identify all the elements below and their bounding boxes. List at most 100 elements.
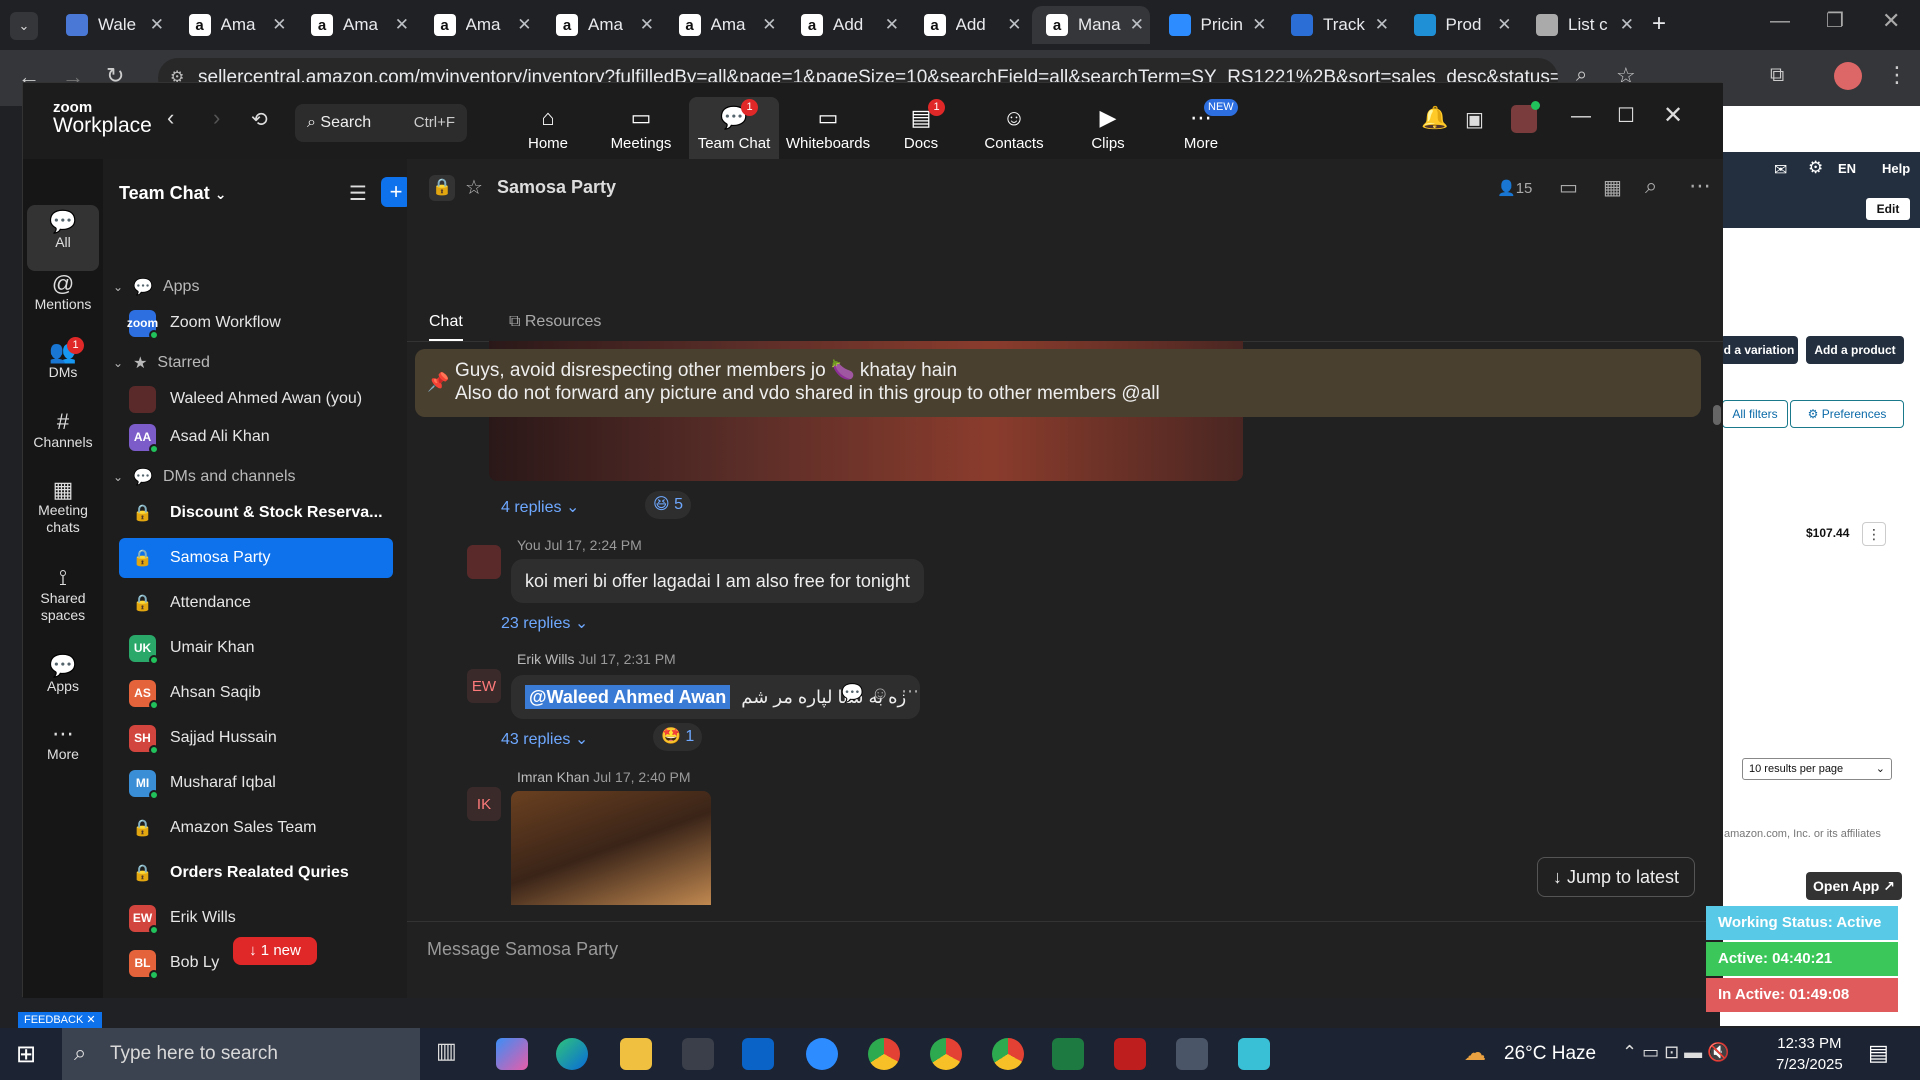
edge-icon[interactable] <box>556 1038 588 1070</box>
system-tray-icons[interactable]: ⌃ ▭ ⊡ ▬ 🔇 <box>1622 1042 1730 1063</box>
nav-docs[interactable]: ▤ Docs 1 <box>876 99 966 152</box>
message-composer[interactable]: Message Samosa Party <box>427 939 618 960</box>
close-icon[interactable]: ✕ <box>1663 101 1683 130</box>
browser-tab[interactable]: a Ama ✕ <box>542 6 660 44</box>
nav-team-chat[interactable]: 💬 Team Chat 1 <box>689 97 779 159</box>
browser-tab[interactable]: a Mana ✕ <box>1032 6 1150 44</box>
tab-search-button[interactable]: ⌄ <box>10 12 38 40</box>
all-filters-button[interactable]: All filters <box>1722 400 1788 428</box>
sidebar-item[interactable]: EW Erik Wills <box>119 898 393 938</box>
search-icon[interactable]: ⌕ <box>1645 173 1657 199</box>
chrome-icon[interactable] <box>992 1038 1024 1070</box>
close-tab-icon[interactable]: ✕ <box>885 15 899 35</box>
close-tab-icon[interactable]: ✕ <box>1007 15 1021 35</box>
rail-dms[interactable]: 👥 DMs 1 <box>23 337 103 381</box>
nav-home[interactable]: ⌂ Home <box>503 105 593 152</box>
browser-tab[interactable]: a Ama ✕ <box>420 6 538 44</box>
browser-tab[interactable]: a Ama ✕ <box>175 6 293 44</box>
close-tab-icon[interactable]: ✕ <box>762 15 776 35</box>
more-actions-icon[interactable]: ⋯ <box>901 681 919 702</box>
replies-link[interactable]: 23 replies ⌄ <box>501 613 588 633</box>
results-per-page-select[interactable]: 10 results per page ⌄ <box>1742 758 1892 780</box>
rail-channels[interactable]: # Channels <box>23 411 103 451</box>
feedback-button[interactable]: FEEDBACK ✕ <box>18 1012 102 1028</box>
nav-more[interactable]: ⋯ More NEW <box>1156 99 1246 152</box>
browser-tab[interactable]: Track ✕ <box>1277 6 1395 44</box>
close-tab-icon[interactable]: ✕ <box>1497 15 1511 35</box>
members-count[interactable]: 👤15 <box>1497 179 1532 197</box>
close-tab-icon[interactable]: ✕ <box>640 15 654 35</box>
filezilla-icon[interactable] <box>1114 1038 1146 1070</box>
zoom-taskbar-icon[interactable] <box>806 1038 838 1070</box>
message-bubble[interactable]: koi meri bi offer lagadai I am also free… <box>511 559 924 603</box>
shared-image[interactable] <box>511 791 711 905</box>
outlook-icon[interactable] <box>742 1038 774 1070</box>
close-tab-icon[interactable]: ✕ <box>1130 15 1144 35</box>
scrollbar[interactable] <box>1713 405 1721 425</box>
gear-icon[interactable]: ⚙ <box>1808 158 1823 178</box>
maximize-icon[interactable]: ☐ <box>1617 103 1635 128</box>
mail-icon[interactable]: ✉ <box>1774 160 1787 180</box>
section-header[interactable]: ⌄ 💬 Apps <box>113 277 199 297</box>
mention-tag[interactable]: @Waleed Ahmed Awan <box>525 685 731 709</box>
copilot-icon[interactable] <box>496 1038 528 1070</box>
minimize-icon[interactable]: — <box>1571 105 1591 128</box>
rail-meeting-chats[interactable]: ▦ Meeting chats <box>23 479 103 536</box>
browser-tab[interactable]: a Ama ✕ <box>297 6 415 44</box>
avatar[interactable]: EW <box>467 669 501 703</box>
sidebar-item[interactable]: UK Umair Khan <box>119 628 393 668</box>
close-tab-icon[interactable]: ✕ <box>1252 15 1266 35</box>
sidebar-item[interactable]: MI Musharaf Iqbal <box>119 763 393 803</box>
team-chat-title[interactable]: Team Chat ⌄ <box>119 183 226 204</box>
sidebar-item[interactable]: AS Ahsan Saqib <box>119 673 393 713</box>
zoom-search-box[interactable]: ⌕ Search Ctrl+F <box>295 104 467 142</box>
reaction-badge[interactable]: 😆 5 <box>645 491 692 519</box>
calculator-icon[interactable] <box>1176 1038 1208 1070</box>
section-header[interactable]: ⌄ ★ Starred <box>113 353 210 373</box>
sidebar-item[interactable]: 🔒 Attendance <box>119 583 393 623</box>
channel-name[interactable]: Samosa Party <box>497 177 616 198</box>
tab-resources[interactable]: ⧉ Resources <box>509 313 601 331</box>
sidebar-item[interactable]: Waleed Ahmed Awan (you) <box>119 379 393 419</box>
forward-icon[interactable]: › <box>213 105 220 131</box>
star-icon[interactable]: ☆ <box>465 175 483 200</box>
calendar-view-icon[interactable]: ▣ <box>1465 107 1484 132</box>
more-options-icon[interactable]: ⋯ <box>1689 173 1711 199</box>
back-icon[interactable]: ‹ <box>167 105 174 131</box>
nav-whiteboards[interactable]: ▭ Whiteboards <box>783 105 873 152</box>
rail-apps[interactable]: 💬 Apps <box>23 655 103 695</box>
browser-tab[interactable]: Wale ✕ <box>52 6 170 44</box>
sidebar-item[interactable]: 🔒 Orders Realated Quries <box>119 853 393 893</box>
avatar[interactable]: IK <box>467 787 501 821</box>
close-tab-icon[interactable]: ✕ <box>272 15 286 35</box>
seller-edit-button[interactable]: Edit <box>1866 198 1910 220</box>
file-explorer-icon[interactable] <box>620 1038 652 1070</box>
close-tab-icon[interactable]: ✕ <box>1620 15 1634 35</box>
browser-tab[interactable]: a Add ✕ <box>910 6 1028 44</box>
sidebar-item[interactable]: zoom Zoom Workflow <box>119 303 393 343</box>
taskbar-search[interactable]: Type here to search <box>62 1028 420 1080</box>
sidebar-item[interactable]: AA Asad Ali Khan <box>119 417 393 457</box>
nav-clips[interactable]: ▶ Clips <box>1063 105 1153 152</box>
jump-to-latest-button[interactable]: ↓ Jump to latest <box>1537 857 1695 897</box>
browser-tab[interactable]: List c ✕ <box>1522 6 1640 44</box>
preferences-button[interactable]: ⚙ Preferences <box>1790 400 1904 428</box>
language-selector[interactable]: EN <box>1838 161 1856 176</box>
reply-icon[interactable]: 💬 <box>841 683 863 704</box>
rail-shared-spaces[interactable]: ⟟ Shared spaces <box>23 567 103 624</box>
new-messages-pill[interactable]: ↓ 1 new <box>233 937 317 965</box>
rail-more[interactable]: ⋯ More <box>23 723 103 763</box>
add-product-button[interactable]: Add a product <box>1806 336 1904 364</box>
windows-start-icon[interactable]: ⊞ <box>16 1040 36 1069</box>
close-tab-icon[interactable]: ✕ <box>150 15 164 35</box>
reaction-badge[interactable]: 🤩 1 <box>653 723 703 751</box>
avatar[interactable] <box>467 545 501 579</box>
rail-all[interactable]: 💬 All <box>27 205 99 271</box>
store-icon[interactable] <box>682 1038 714 1070</box>
close-tab-icon[interactable]: ✕ <box>517 15 531 35</box>
replies-link[interactable]: 4 replies ⌄ <box>501 497 579 517</box>
pinned-message[interactable]: 📌 Guys, avoid disrespecting other member… <box>415 349 1701 417</box>
excel-icon[interactable] <box>1052 1038 1084 1070</box>
close-tab-icon[interactable]: ✕ <box>1375 15 1389 35</box>
nav-contacts[interactable]: ☺ Contacts <box>969 105 1059 152</box>
